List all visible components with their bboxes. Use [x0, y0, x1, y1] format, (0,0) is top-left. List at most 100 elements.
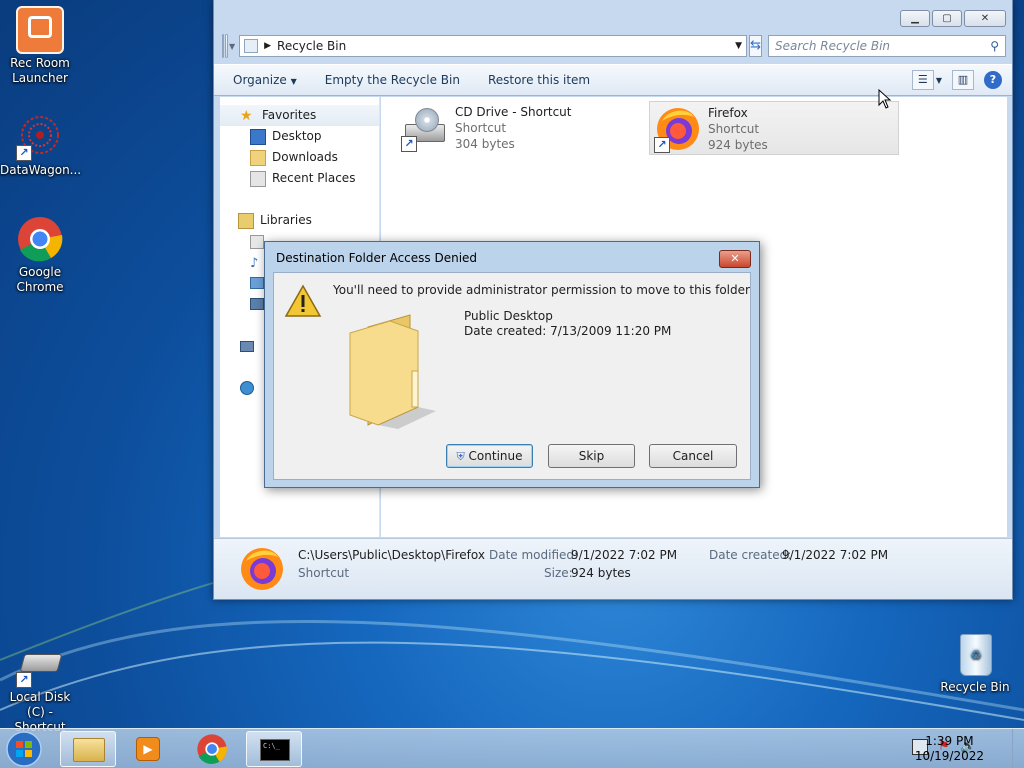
library-music-icon[interactable]: ♪: [250, 256, 258, 271]
desktop-icon-recycle-bin[interactable]: ♻ Recycle Bin: [935, 630, 1015, 695]
cancel-button[interactable]: Cancel: [649, 444, 737, 468]
view-dropdown-icon[interactable]: ▼: [936, 76, 942, 85]
media-player-icon: ▶: [136, 737, 160, 761]
library-documents-icon[interactable]: [250, 235, 264, 249]
folder-icon: [349, 314, 436, 429]
nav-label: Recent Places: [272, 171, 356, 185]
warning-icon: [284, 284, 322, 317]
library-videos-icon[interactable]: [250, 298, 264, 310]
firefox-icon: [238, 545, 286, 593]
organize-label: Organize: [233, 73, 287, 87]
file-type: Shortcut: [708, 122, 760, 136]
downloads-folder-icon: [250, 149, 266, 166]
file-size: 924 bytes: [708, 138, 768, 152]
recent-pages-dropdown[interactable]: ▼: [229, 42, 235, 51]
help-icon[interactable]: ?: [984, 71, 1002, 89]
dialog-title: Destination Folder Access Denied: [276, 251, 478, 265]
clock[interactable]: 1:39 PM 10/19/2022: [915, 734, 984, 764]
command-bar: Organize ▼ Empty the Recycle Bin Restore…: [214, 64, 1012, 96]
desktop-icon-datawagon[interactable]: ↗ DataWagon...: [0, 113, 82, 178]
breadcrumb-separator-icon[interactable]: ▶: [264, 41, 271, 51]
forward-button[interactable]: [225, 34, 228, 58]
datawagon-icon: ↗: [16, 113, 64, 161]
nav-recent-places[interactable]: Recent Places: [220, 168, 379, 189]
desktop-icon-rec-room[interactable]: Rec Room Launcher: [0, 6, 80, 86]
desktop-icon-local-disk[interactable]: ↗ Local Disk (C) - Shortcut: [0, 640, 80, 735]
details-pane: C:\Users\Public\Desktop\Firefox Shortcut…: [214, 538, 1012, 599]
desktop-icon-label: Google Chrome: [16, 265, 64, 294]
nav-label: Libraries: [260, 213, 312, 227]
dialog-close-button[interactable]: ✕: [719, 250, 751, 268]
desktop-icon-label: DataWagon...: [0, 163, 82, 177]
firefox-icon: ↗: [654, 105, 702, 153]
nav-libraries[interactable]: Libraries: [220, 210, 379, 231]
access-denied-dialog: Destination Folder Access Denied ✕ You'l…: [264, 241, 760, 488]
maximize-button[interactable]: ▢: [932, 10, 962, 27]
file-item-firefox[interactable]: ↗ Firefox Shortcut 924 bytes: [649, 101, 899, 155]
start-button[interactable]: [4, 729, 50, 768]
back-button[interactable]: [222, 34, 225, 58]
breadcrumb-location[interactable]: Recycle Bin: [277, 39, 346, 53]
change-view-icon[interactable]: ☰: [911, 70, 934, 90]
empty-recycle-bin-button[interactable]: Empty the Recycle Bin: [318, 73, 467, 87]
shortcut-arrow-icon: ↗: [401, 136, 417, 152]
shield-icon: ⛨: [456, 450, 465, 463]
taskbar-command-prompt[interactable]: C:\_: [246, 731, 302, 767]
clock-date: 10/19/2022: [914, 749, 984, 763]
file-name: CD Drive - Shortcut: [455, 105, 572, 119]
nav-desktop[interactable]: Desktop: [220, 126, 379, 147]
taskbar-chrome[interactable]: [184, 731, 240, 767]
nav-label: Desktop: [272, 129, 322, 143]
file-type: Shortcut: [455, 121, 507, 135]
organize-button[interactable]: Organize ▼: [226, 73, 304, 87]
skip-button[interactable]: Skip: [548, 444, 635, 468]
restore-item-button[interactable]: Restore this item: [481, 73, 597, 87]
details-type: Shortcut: [298, 566, 350, 580]
nav-favorites[interactable]: ★ Favorites: [220, 105, 379, 126]
continue-button[interactable]: ⛨ Continue: [446, 444, 533, 468]
libraries-icon: [238, 212, 254, 229]
search-input[interactable]: Search Recycle Bin ⚲: [768, 35, 1006, 57]
desktop-icon: [250, 128, 266, 145]
address-dropdown-icon[interactable]: ▼: [735, 41, 742, 51]
desktop-icon-google-chrome[interactable]: Google Chrome: [0, 215, 80, 295]
recent-places-icon: [250, 170, 266, 187]
clock-time: 1:39 PM: [925, 734, 974, 748]
nav-downloads[interactable]: Downloads: [220, 147, 379, 168]
star-icon: ★: [240, 107, 253, 124]
search-icon[interactable]: ⚲: [990, 39, 999, 53]
preview-pane-icon[interactable]: ▥: [952, 70, 974, 90]
chevron-down-icon: ▼: [290, 77, 297, 86]
continue-label: Continue: [468, 449, 523, 463]
navigation-bar: ▼ ▶ Recycle Bin ▼ ⇆ Search Recycle Bin ⚲: [222, 34, 1006, 58]
recycle-bin-small-icon: [244, 39, 259, 53]
details-path: C:\Users\Public\Desktop\Firefox: [298, 548, 485, 562]
computer-icon[interactable]: [240, 341, 254, 352]
nav-label: Downloads: [272, 150, 338, 164]
show-desktop-button[interactable]: [1012, 729, 1024, 768]
taskbar-explorer[interactable]: [60, 731, 116, 767]
folder-date-created: Date created: 7/13/2009 11:20 PM: [464, 324, 672, 338]
rec-room-icon: [16, 6, 64, 54]
desktop-icon-label: Recycle Bin: [940, 680, 1010, 694]
close-button[interactable]: ✕: [964, 10, 1006, 27]
mouse-cursor-icon: [878, 89, 892, 109]
window-controls: ▁ ▢ ✕: [900, 10, 1006, 27]
address-bar[interactable]: ▶ Recycle Bin ▼: [239, 35, 748, 57]
shortcut-arrow-icon: ↗: [654, 137, 670, 153]
refresh-button[interactable]: ⇆: [749, 35, 762, 57]
chrome-icon: [197, 734, 227, 764]
search-placeholder: Search Recycle Bin: [775, 39, 891, 53]
nav-label: Favorites: [262, 108, 317, 122]
taskbar-media-player[interactable]: ▶: [120, 731, 176, 767]
taskbar: ▶ C:\_ ⚑ 🔈 1:39 PM 10/19/2022: [0, 728, 1024, 768]
file-item-cd-drive[interactable]: ↗ CD Drive - Shortcut Shortcut 304 bytes: [397, 101, 637, 155]
network-icon[interactable]: [240, 381, 254, 395]
date-modified-label: Date modified:: [489, 548, 579, 562]
size-value: 924 bytes: [571, 566, 631, 580]
file-size: 304 bytes: [455, 137, 515, 151]
folder-icon: [73, 738, 105, 762]
chrome-icon: [16, 215, 64, 263]
library-pictures-icon[interactable]: [250, 277, 264, 289]
minimize-button[interactable]: ▁: [900, 10, 930, 27]
